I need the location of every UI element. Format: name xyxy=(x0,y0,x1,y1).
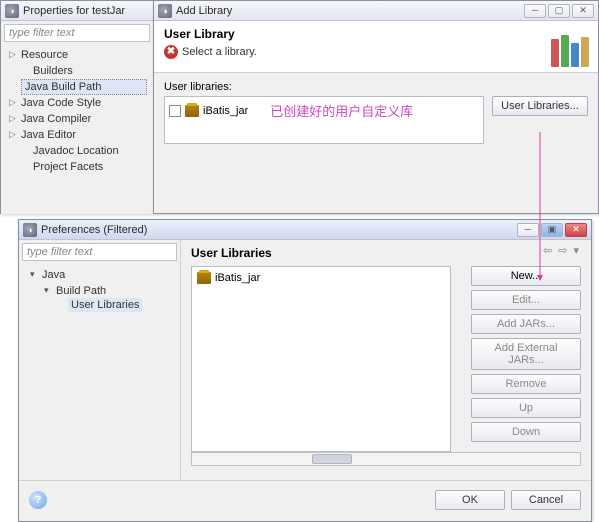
new-button[interactable]: New... xyxy=(471,266,581,286)
preferences-dialog: ◑ Preferences (Filtered) ─ ▣ ✕ type filt… xyxy=(18,219,592,522)
tree-item-java-compiler[interactable]: Java Compiler xyxy=(7,111,147,127)
tree-user-libraries[interactable]: User Libraries xyxy=(68,299,171,311)
horizontal-scrollbar[interactable] xyxy=(191,452,581,466)
tree-item-builders[interactable]: Builders xyxy=(7,63,147,79)
eclipse-icon: ◑ xyxy=(158,4,172,18)
maximize-button[interactable]: ▢ xyxy=(548,4,570,18)
addlib-titlebar[interactable]: ◑ Add Library ─ ▢ ✕ xyxy=(154,1,598,21)
eclipse-icon: ◑ xyxy=(5,4,19,18)
properties-titlebar[interactable]: ◑ Properties for testJar xyxy=(1,1,153,21)
annotation-existing: 已创建好的用户自定义库 xyxy=(270,101,413,120)
properties-window: ◑ Properties for testJar type filter tex… xyxy=(0,0,153,214)
help-icon[interactable]: ? xyxy=(29,491,47,509)
prefs-right-panel: ⇦ ⇨ ▾ User Libraries iBatis_jar New... E… xyxy=(181,240,591,480)
add-library-dialog: ◑ Add Library ─ ▢ ✕ User Library ✖ Selec… xyxy=(153,0,599,214)
up-button[interactable]: Up xyxy=(471,398,581,418)
prefs-filter-input[interactable]: type filter text xyxy=(22,243,177,261)
minimize-button[interactable]: ─ xyxy=(524,4,546,18)
scrollbar-thumb[interactable] xyxy=(312,454,352,464)
library-item[interactable]: iBatis_jar xyxy=(196,271,446,285)
maximize-button[interactable]: ▣ xyxy=(541,223,563,237)
prefs-tree: Java Build Path User Libraries xyxy=(22,265,177,313)
add-external-jars-button[interactable]: Add External JARs... xyxy=(471,338,581,370)
user-libraries-list[interactable]: iBatis_jar 已创建好的用户自定义库 xyxy=(164,96,484,144)
addlib-header: User Library ✖ Select a library. xyxy=(154,21,598,73)
cancel-button[interactable]: Cancel xyxy=(511,490,581,510)
tree-item-java-code-style[interactable]: Java Code Style xyxy=(7,95,147,111)
library-icon xyxy=(550,27,590,67)
addlib-title: Add Library xyxy=(176,5,524,17)
user-libraries-label: User libraries: xyxy=(164,81,588,93)
tree-item-java-editor[interactable]: Java Editor xyxy=(7,127,147,143)
error-icon: ✖ xyxy=(164,45,178,59)
properties-tree: Resource Builders Java Build Path Java C… xyxy=(1,45,153,177)
prefs-footer: ? OK Cancel xyxy=(19,480,591,518)
tree-build-path[interactable]: Build Path xyxy=(42,283,171,299)
library-item[interactable]: iBatis_jar 已创建好的用户自定义库 xyxy=(168,100,480,121)
tree-item-project-facets[interactable]: Project Facets xyxy=(7,159,147,175)
library-name: iBatis_jar xyxy=(203,105,248,117)
addlib-error-text: Select a library. xyxy=(182,46,257,58)
prefs-titlebar[interactable]: ◑ Preferences (Filtered) ─ ▣ ✕ xyxy=(19,220,591,240)
user-libraries-button[interactable]: User Libraries... xyxy=(492,96,588,116)
close-button[interactable]: ✕ xyxy=(565,223,587,237)
edit-button[interactable]: Edit... xyxy=(471,290,581,310)
nav-fwd-icon[interactable]: ⇨ xyxy=(558,244,567,257)
add-jars-button[interactable]: Add JARs... xyxy=(471,314,581,334)
properties-filter-input[interactable]: type filter text xyxy=(4,24,150,42)
addlib-heading: User Library xyxy=(164,27,588,41)
minimize-button[interactable]: ─ xyxy=(517,223,539,237)
library-name: iBatis_jar xyxy=(215,272,260,284)
prefs-title: Preferences (Filtered) xyxy=(41,224,517,236)
library-checkbox[interactable] xyxy=(169,105,181,117)
remove-button[interactable]: Remove xyxy=(471,374,581,394)
prefs-button-column: New... Edit... Add JARs... Add External … xyxy=(471,266,581,442)
ok-button[interactable]: OK xyxy=(435,490,505,510)
close-button[interactable]: ✕ xyxy=(572,4,594,18)
nav-back-icon[interactable]: ⇦ xyxy=(543,244,552,257)
properties-title: Properties for testJar xyxy=(23,5,149,17)
nav-menu-icon[interactable]: ▾ xyxy=(573,244,579,257)
jar-icon xyxy=(197,272,211,284)
jar-icon xyxy=(185,105,199,117)
tree-java[interactable]: Java xyxy=(28,267,171,283)
tree-item-resource[interactable]: Resource xyxy=(7,47,147,63)
prefs-heading: User Libraries xyxy=(191,246,581,260)
prefs-left-panel: type filter text Java Build Path User Li… xyxy=(19,240,181,480)
eclipse-icon: ◑ xyxy=(23,223,37,237)
down-button[interactable]: Down xyxy=(471,422,581,442)
prefs-library-list[interactable]: iBatis_jar xyxy=(191,266,451,452)
tree-item-java-build-path[interactable]: Java Build Path xyxy=(21,79,147,95)
tree-item-javadoc-location[interactable]: Javadoc Location xyxy=(7,143,147,159)
